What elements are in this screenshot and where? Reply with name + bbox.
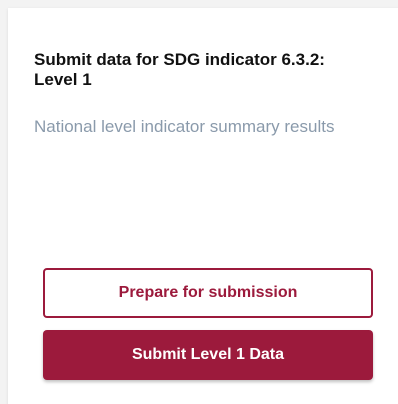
card-subtitle: National level indicator summary results xyxy=(34,117,335,136)
card-title: Submit data for SDG indicator 6.3.2: Lev… xyxy=(34,50,325,90)
prepare-for-submission-button[interactable]: Prepare for submission xyxy=(43,268,373,318)
submit-level-1-data-button[interactable]: Submit Level 1 Data xyxy=(43,330,373,380)
page: Submit data for SDG indicator 6.3.2: Lev… xyxy=(0,0,398,404)
